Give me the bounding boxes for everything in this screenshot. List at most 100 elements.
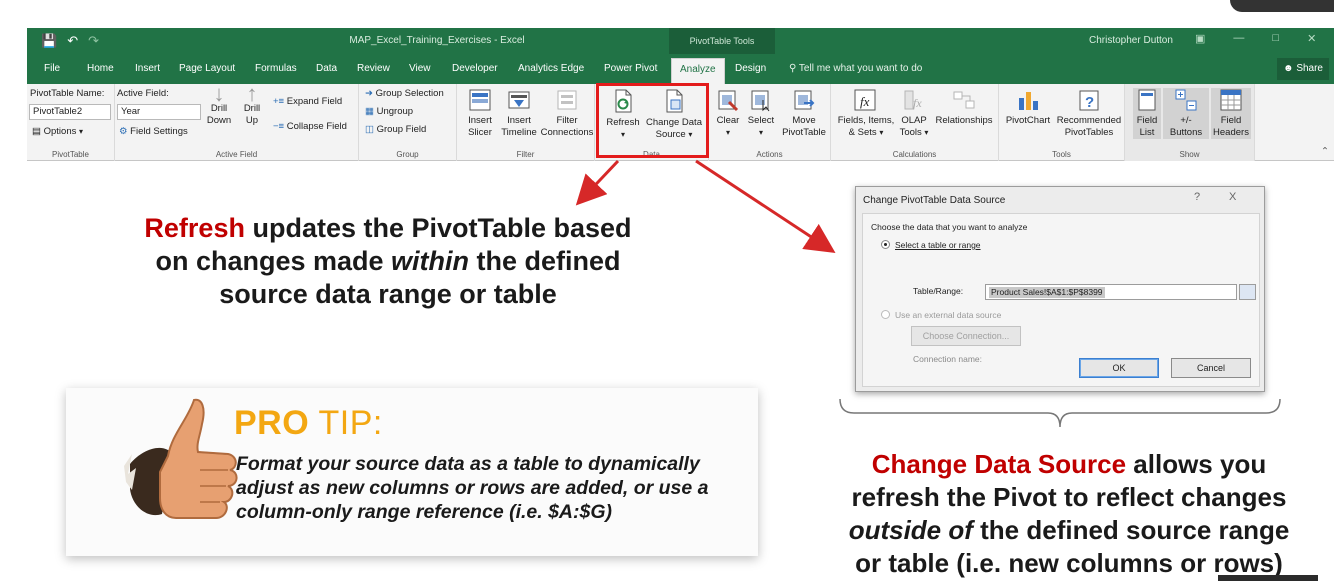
ungroup-button[interactable]: ▦ Ungroup xyxy=(365,106,413,117)
recommended-pivottables-button[interactable]: ? Recommended PivotTables xyxy=(1055,88,1123,139)
expand-icon: +≡ xyxy=(273,96,285,107)
table-range-value: Product Sales!$A$1:$P$8399 xyxy=(989,287,1105,298)
tab-data[interactable]: Data xyxy=(316,63,337,74)
refresh-line2-emphasis: within xyxy=(391,246,470,276)
tell-me-search[interactable]: ⚲ Tell me what you want to do xyxy=(789,63,922,74)
maximize-icon[interactable]: □ xyxy=(1272,32,1279,45)
user-name[interactable]: Christopher Dutton xyxy=(1089,35,1173,46)
insert-slicer-button[interactable]: Insert Slicer xyxy=(461,88,499,139)
field-headers-button[interactable]: Field Headers xyxy=(1211,88,1251,139)
radio-external-source[interactable] xyxy=(881,310,890,319)
filter-connections-button[interactable]: Filter Connections xyxy=(539,88,595,139)
plus-minus-icon xyxy=(1175,89,1197,111)
insert-timeline-label-1: Insert xyxy=(507,115,531,126)
range-picker-icon[interactable] xyxy=(1239,284,1256,300)
field-list-icon xyxy=(1138,89,1156,111)
tell-me-label: Tell me what you want to do xyxy=(798,63,923,74)
recommended-pivottables-icon: ? xyxy=(1079,90,1099,111)
pivottable-name-input[interactable]: PivotTable2 xyxy=(29,104,111,120)
active-field-input[interactable]: Year xyxy=(117,104,201,120)
collapse-field-label: Collapse Field xyxy=(286,121,347,132)
data-group-highlight xyxy=(596,83,709,158)
select-button[interactable]: Select ▾ xyxy=(745,88,777,139)
fields-items-sets-button[interactable]: fx Fields, Items, & Sets ▾ xyxy=(835,88,897,139)
drill-up-button[interactable]: ↑ Drill Up xyxy=(238,81,266,127)
collapse-field-button[interactable]: −≡ Collapse Field xyxy=(273,121,347,132)
relationships-button[interactable]: Relationships xyxy=(931,88,997,127)
field-settings-button[interactable]: ⚙ Field Settings xyxy=(119,126,188,137)
tab-analytics-edge[interactable]: Analytics Edge xyxy=(518,63,584,74)
lightbulb-icon: ⚲ xyxy=(789,63,799,74)
refresh-keyword: Refresh xyxy=(144,213,245,243)
clear-icon xyxy=(718,90,739,112)
olap-tools-button[interactable]: fx OLAP Tools ▾ xyxy=(897,88,931,139)
group-actions: Clear ▾ Select ▾ Move PivotTable Actions xyxy=(709,84,831,161)
tab-view[interactable]: View xyxy=(409,63,431,74)
tab-analyze[interactable]: Analyze xyxy=(671,58,725,84)
plus-minus-label-2: Buttons xyxy=(1169,127,1203,138)
dialog-help-button[interactable]: ? xyxy=(1194,191,1200,203)
cancel-button[interactable]: Cancel xyxy=(1171,358,1251,378)
tab-file[interactable]: File xyxy=(44,63,60,74)
curly-brace xyxy=(839,398,1281,428)
ok-button[interactable]: OK xyxy=(1079,358,1159,378)
recommended-label-2: PivotTables xyxy=(1064,127,1114,138)
insert-timeline-button[interactable]: Insert Timeline xyxy=(497,88,541,139)
group-active-field: Active Field: Year ⚙ Field Settings ↓ Dr… xyxy=(115,81,359,161)
share-label: Share xyxy=(1296,63,1323,74)
group-show: Field List +/- Buttons Field Headers Sho… xyxy=(1125,84,1255,161)
dialog-close-button[interactable]: X xyxy=(1229,191,1236,203)
field-headers-label-1: Field xyxy=(1220,115,1242,126)
tab-developer[interactable]: Developer xyxy=(452,63,498,74)
external-source-label: Use an external data source xyxy=(895,310,1002,320)
group-selection-button[interactable]: ➜ Group Selection xyxy=(365,88,444,99)
recommended-label-1: Recommended xyxy=(1056,115,1122,126)
tab-page-layout[interactable]: Page Layout xyxy=(179,63,235,74)
connection-name-label: Connection name: xyxy=(913,354,982,364)
change-line4: or table (i.e. new columns or rows) xyxy=(855,548,1283,578)
share-button[interactable]: ☻ Share xyxy=(1277,58,1329,80)
choose-data-label: Choose the data that you want to analyze xyxy=(871,222,1028,232)
change-line1: allows you xyxy=(1126,449,1267,479)
group-field-button[interactable]: ◫ Group Field xyxy=(365,124,426,135)
pro-word: PRO xyxy=(234,404,310,442)
options-button[interactable]: ▤ Options ▾ xyxy=(32,126,83,137)
clear-label: Clear xyxy=(716,115,740,126)
minimize-icon[interactable]: — xyxy=(1233,32,1244,45)
olap-tools-label-1: OLAP xyxy=(901,115,927,126)
tab-power-pivot[interactable]: Power Pivot xyxy=(604,63,657,74)
expand-field-button[interactable]: +≡ Expand Field xyxy=(273,96,342,107)
table-range-input[interactable]: Product Sales!$A$1:$P$8399 xyxy=(985,284,1237,300)
drill-down-button[interactable]: ↓ Drill Down xyxy=(205,83,233,127)
options-label: Options xyxy=(43,126,77,137)
field-list-button[interactable]: Field List xyxy=(1133,88,1161,139)
close-icon[interactable]: ✕ xyxy=(1307,32,1316,45)
ribbon-tabs: File Home Insert Page Layout Formulas Da… xyxy=(27,54,1334,84)
group-pivottable: PivotTable Name: PivotTable2 ▤ Options ▾… xyxy=(27,84,115,161)
tip-word: TIP: xyxy=(309,404,383,442)
tab-home[interactable]: Home xyxy=(87,63,114,74)
plus-minus-buttons-button[interactable]: +/- Buttons xyxy=(1163,88,1209,139)
tab-formulas[interactable]: Formulas xyxy=(255,63,297,74)
drill-up-label-1: Drill xyxy=(243,103,261,114)
tab-design[interactable]: Design xyxy=(735,63,766,74)
insert-slicer-label-2: Slicer xyxy=(468,127,492,138)
group-label-calculations: Calculations xyxy=(892,150,937,159)
pivotchart-button[interactable]: PivotChart xyxy=(1001,88,1055,127)
refresh-line1: updates the PivotTable based xyxy=(244,213,632,243)
ribbon-display-icon[interactable]: ▣ xyxy=(1195,32,1205,45)
radio-select-table[interactable] xyxy=(881,240,890,249)
group-label-show: Show xyxy=(1179,150,1200,159)
choose-connection-button[interactable]: Choose Connection... xyxy=(911,326,1021,346)
clear-button[interactable]: Clear ▾ xyxy=(713,88,743,139)
move-pivottable-button[interactable]: Move PivotTable xyxy=(779,88,829,139)
drill-up-icon: ↑ xyxy=(246,81,258,106)
group-group: ➜ Group Selection ▦ Ungroup ◫ Group Fiel… xyxy=(359,84,457,161)
collapse-ribbon-icon[interactable]: ⌃ xyxy=(1321,146,1329,157)
group-label-pivottable: PivotTable xyxy=(52,150,89,159)
tab-insert[interactable]: Insert xyxy=(135,63,160,74)
person-icon: ☻ xyxy=(1283,63,1297,74)
pivotchart-icon xyxy=(1019,92,1038,110)
field-headers-label-2: Headers xyxy=(1213,127,1249,138)
tab-review[interactable]: Review xyxy=(357,63,390,74)
